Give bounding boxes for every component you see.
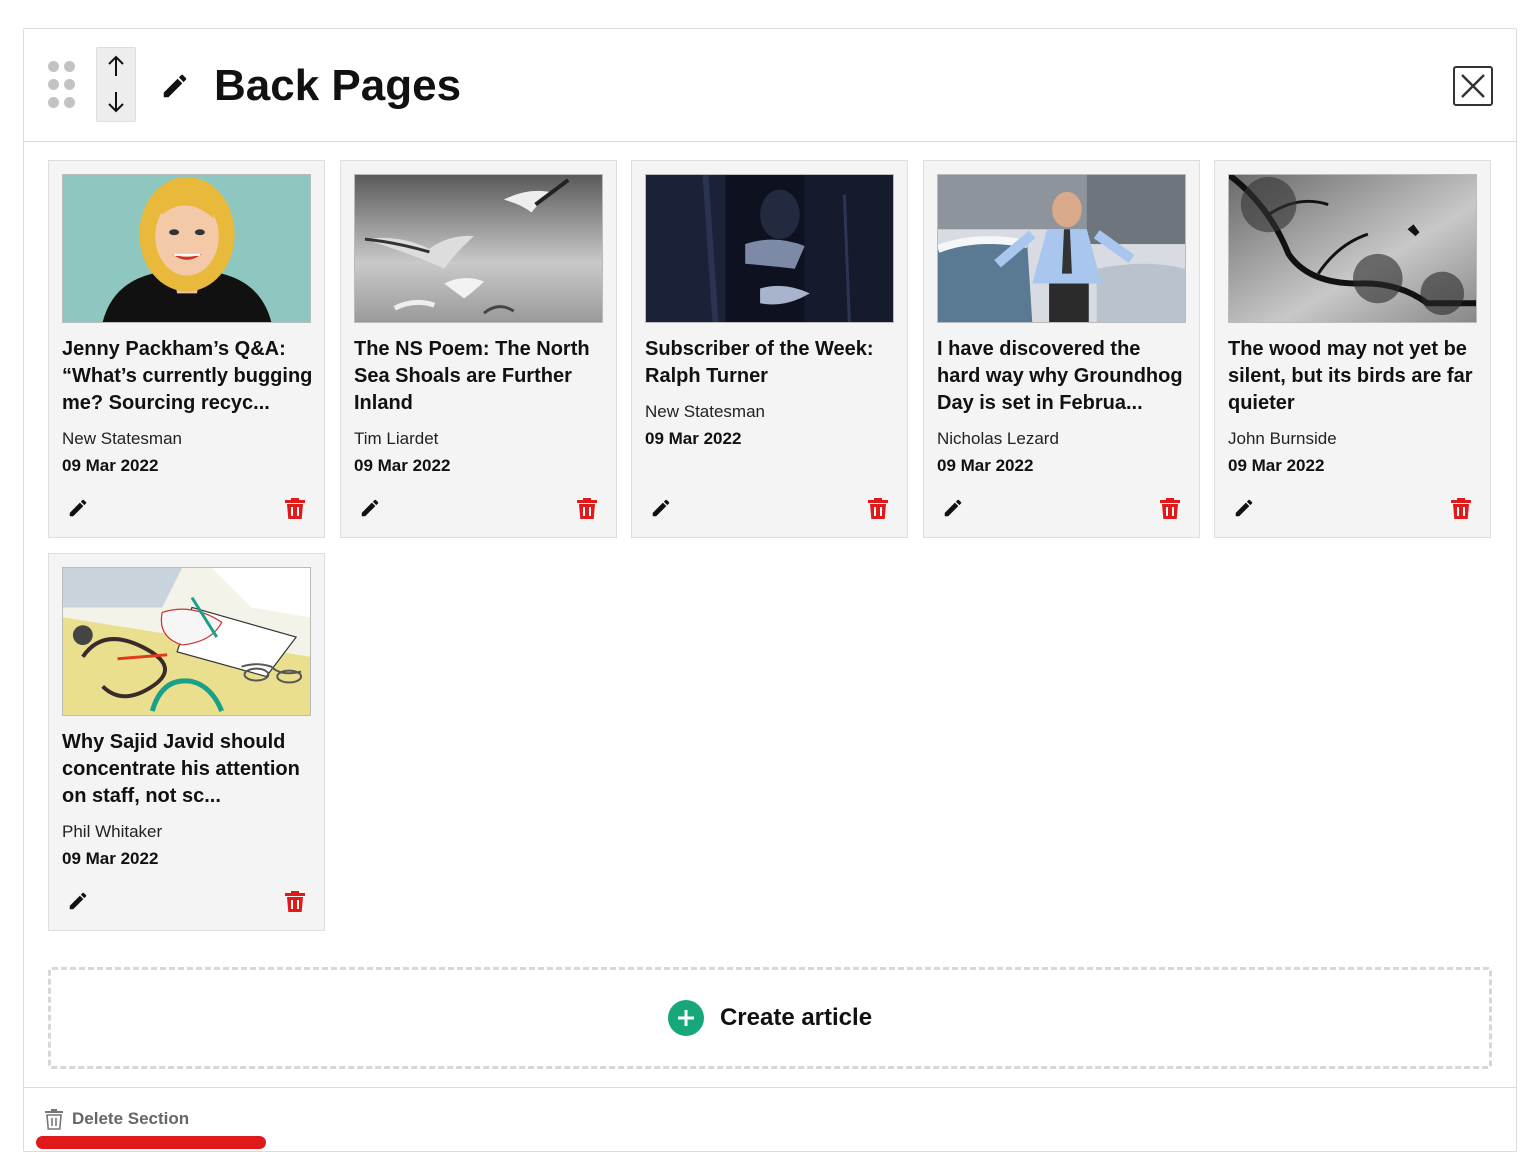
drag-handle-icon[interactable]: [48, 61, 75, 111]
close-section-button[interactable]: [1453, 66, 1493, 106]
section-footer: Delete Section: [24, 1087, 1516, 1151]
article-card[interactable]: Why Sajid Javid should concentrate his a…: [48, 553, 325, 931]
delete-section-button[interactable]: Delete Section: [44, 1108, 189, 1130]
move-up-button[interactable]: [97, 48, 135, 84]
tree-bird-photo: [1229, 175, 1476, 322]
article-card[interactable]: The NS Poem: The North Sea Shoals are Fu…: [340, 160, 617, 538]
article-thumbnail[interactable]: [62, 567, 311, 716]
article-thumbnail[interactable]: [62, 174, 311, 323]
delete-article-icon[interactable]: [576, 496, 598, 520]
article-date: 09 Mar 2022: [354, 456, 451, 475]
article-author: Tim Liardet: [354, 429, 439, 448]
create-article-button[interactable]: Create article: [48, 967, 1492, 1069]
arrow-down-icon: [108, 92, 124, 113]
move-down-button[interactable]: [97, 84, 135, 120]
portrait-illustration: [63, 175, 310, 322]
edit-article-icon[interactable]: [67, 890, 89, 912]
reorder-control: [96, 47, 136, 122]
edit-title-pencil-icon[interactable]: [160, 71, 190, 101]
arrow-up-icon: [108, 55, 124, 76]
delete-section-label: Delete Section: [72, 1109, 190, 1128]
edit-article-icon[interactable]: [67, 497, 89, 519]
article-title: I have discovered the hard way why Groun…: [937, 338, 1183, 414]
article-thumbnail[interactable]: [1228, 174, 1477, 323]
article-date: 09 Mar 2022: [645, 429, 742, 448]
article-title: The wood may not yet be silent, but its …: [1228, 338, 1473, 414]
create-article-label: Create article: [719, 1004, 873, 1031]
article-author: Nicholas Lezard: [937, 429, 1059, 448]
article-date: 09 Mar 2022: [1228, 456, 1325, 475]
article-date: 09 Mar 2022: [62, 456, 159, 475]
delete-article-icon[interactable]: [1159, 496, 1181, 520]
delete-article-icon[interactable]: [284, 889, 306, 913]
highlight-underline: [36, 1136, 266, 1149]
article-title: Subscriber of the Week: Ralph Turner: [645, 338, 874, 387]
article-thumbnail[interactable]: [937, 174, 1186, 323]
plus-circle-icon: [667, 1000, 704, 1036]
edit-article-icon[interactable]: [359, 497, 381, 519]
article-card[interactable]: I have discovered the hard way why Groun…: [923, 160, 1200, 538]
article-thumbnail[interactable]: [645, 174, 894, 323]
article-thumbnail[interactable]: [354, 174, 603, 323]
desk-illustration: [63, 568, 310, 715]
article-author: New Statesman: [62, 429, 182, 448]
dark-night-photo: [646, 175, 893, 322]
article-author: Phil Whitaker: [62, 822, 163, 841]
seagulls-photo: [355, 175, 602, 322]
edit-article-icon[interactable]: [1233, 497, 1255, 519]
article-title: Jenny Packham’s Q&A: “What’s currently b…: [62, 338, 313, 414]
article-card[interactable]: Jenny Packham’s Q&A: “What’s currently b…: [48, 160, 325, 538]
article-title: The NS Poem: The North Sea Shoals are Fu…: [354, 338, 590, 414]
back-pages-section: Back Pages Jenny Packham’s Q&A: “What’s …: [23, 28, 1517, 1152]
snow-street-photo: [938, 175, 1185, 322]
article-author: John Burnside: [1228, 429, 1337, 448]
article-title: Why Sajid Javid should concentrate his a…: [62, 731, 300, 807]
article-author: New Statesman: [645, 402, 765, 421]
trash-outline-icon: [45, 1109, 63, 1130]
article-card[interactable]: Subscriber of the Week: Ralph Turner New…: [631, 160, 908, 538]
article-date: 09 Mar 2022: [62, 849, 159, 868]
edit-article-icon[interactable]: [942, 497, 964, 519]
edit-article-icon[interactable]: [650, 497, 672, 519]
close-icon: [1461, 74, 1485, 98]
section-header: Back Pages: [24, 29, 1516, 142]
delete-article-icon[interactable]: [1450, 496, 1472, 520]
article-date: 09 Mar 2022: [937, 456, 1034, 475]
section-title: Back Pages: [214, 61, 462, 110]
article-card[interactable]: The wood may not yet be silent, but its …: [1214, 160, 1491, 538]
delete-article-icon[interactable]: [284, 496, 306, 520]
delete-article-icon[interactable]: [867, 496, 889, 520]
